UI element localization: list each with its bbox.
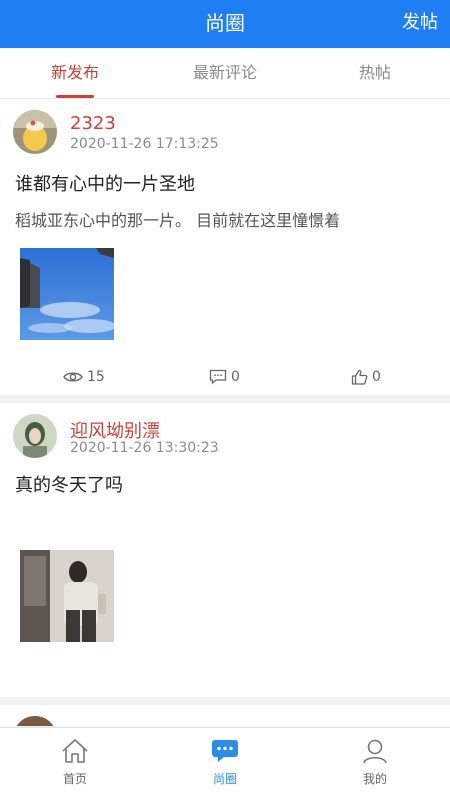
post-feed[interactable]: 2323 2020-11-26 17:13:25 谁都有心中的一片圣地 稻城亚东… <box>0 99 450 726</box>
username[interactable]: 2323 <box>70 113 116 134</box>
avatar[interactable] <box>13 414 57 458</box>
nav-home[interactable]: 首页 <box>0 728 150 801</box>
post-time: 2020-11-26 17:13:25 <box>70 136 219 152</box>
post-title[interactable]: 谁都有心中的一片圣地 <box>15 170 195 196</box>
comment-count: 0 <box>231 369 240 385</box>
bottom-tab-bar: 首页 尚圈 我的 <box>0 727 450 801</box>
new-post-button[interactable]: 发帖 <box>402 0 438 48</box>
post-body[interactable]: 稻城亚东心中的那一片。 目前就在这里憧憬着 <box>15 207 340 231</box>
post-time: 2020-11-26 13:30:23 <box>70 440 219 456</box>
post-card[interactable]: 迎风坳别漂 2020-11-26 13:30:23 真的冬天了吗 6 <box>0 403 450 697</box>
comment-icon <box>209 369 227 385</box>
like-button[interactable]: 0 <box>351 367 381 387</box>
view-count-value: 15 <box>87 369 105 385</box>
post-card[interactable] <box>0 705 450 726</box>
nav-label: 首页 <box>62 772 87 786</box>
post-image[interactable] <box>20 550 114 642</box>
view-count: 15 <box>63 367 105 387</box>
tab-new-posts[interactable]: 新发布 <box>15 48 135 98</box>
post-title[interactable]: 真的冬天了吗 <box>15 471 123 497</box>
nav-label: 尚圈 <box>212 772 237 786</box>
avatar[interactable] <box>13 110 57 154</box>
chat-bubble-icon <box>212 740 238 762</box>
tab-label: 最新评论 <box>192 63 257 82</box>
active-tab-indicator <box>56 95 94 98</box>
like-count: 0 <box>372 369 381 385</box>
nav-label: 我的 <box>362 772 387 786</box>
avatar[interactable] <box>13 716 57 726</box>
tab-hot-posts[interactable]: 热帖 <box>315 48 435 98</box>
post-card[interactable]: 2323 2020-11-26 17:13:25 谁都有心中的一片圣地 稻城亚东… <box>0 99 450 395</box>
tab-label: 热帖 <box>358 63 391 82</box>
app-header: 尚圈 发帖 <box>0 0 450 48</box>
feed-tabs: 新发布 最新评论 热帖 <box>0 48 450 99</box>
eye-icon <box>63 372 83 382</box>
page-title: 尚圈 <box>205 11 245 35</box>
nav-profile[interactable]: 我的 <box>300 728 450 801</box>
post-image[interactable] <box>20 248 114 340</box>
thumbs-up-icon <box>351 369 368 385</box>
user-icon <box>363 739 387 764</box>
nav-circle[interactable]: 尚圈 <box>150 728 300 801</box>
home-icon <box>62 739 88 763</box>
tab-latest-comments[interactable]: 最新评论 <box>165 48 285 98</box>
comment-button[interactable]: 0 <box>209 367 240 387</box>
tab-label: 新发布 <box>50 63 99 82</box>
